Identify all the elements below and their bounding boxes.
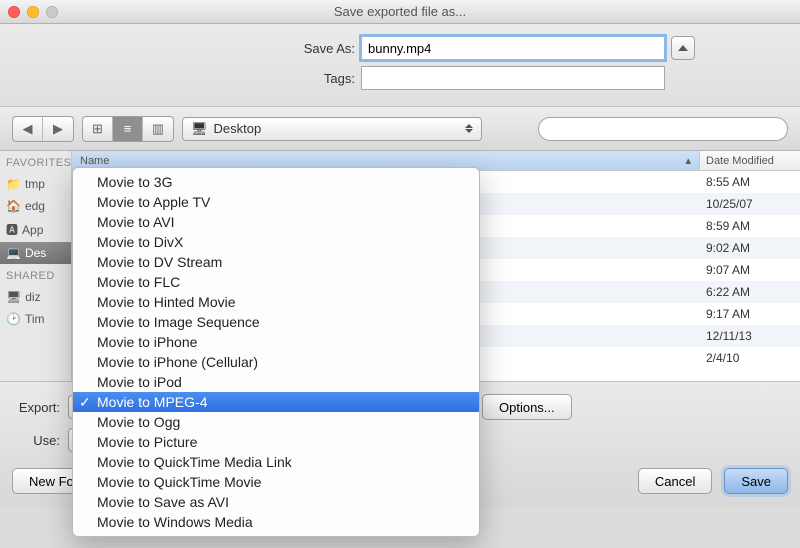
window-title: Save exported file as... (0, 4, 800, 19)
export-menu-item[interactable]: Movie to iPhone (73, 332, 479, 352)
folder-select[interactable]: 🖥 Desktop (182, 117, 482, 141)
folder-name: Desktop (214, 121, 262, 136)
file-date-cell: 9:02 AM (700, 241, 800, 255)
cancel-button[interactable]: Cancel (638, 468, 712, 494)
search-input[interactable] (538, 117, 788, 141)
options-button[interactable]: Options... (482, 394, 572, 420)
sidebar-item-label: edg (25, 199, 45, 213)
titlebar: Save exported file as... (0, 0, 800, 24)
grid-icon: ⊞ (91, 121, 105, 137)
file-date-cell: 9:17 AM (700, 307, 800, 321)
computer-icon: 🖥 (6, 290, 21, 304)
export-popup-menu: Movie to 3GMovie to Apple TVMovie to AVI… (72, 167, 480, 537)
back-button[interactable]: ◀ (13, 117, 43, 141)
use-label: Use: (12, 433, 60, 448)
export-menu-item[interactable]: Movie to DivX (73, 232, 479, 252)
export-menu-item[interactable]: Movie to Picture (73, 432, 479, 452)
column-header-date[interactable]: Date Modified (700, 155, 800, 167)
zoom-icon[interactable] (46, 6, 58, 18)
home-icon: 🏠 (6, 199, 21, 213)
folder-icon: 🖥 (191, 121, 208, 137)
expand-browser-button[interactable] (671, 36, 695, 60)
sidebar: FAVORITES 📁 tmp 🏠 edg 🅰 App 💻 Des SHARED 🖥 di… (0, 151, 72, 381)
export-menu-item[interactable]: Movie to Image Sequence (73, 312, 479, 332)
window-controls (8, 6, 58, 18)
save-as-label: Save As: (105, 41, 355, 56)
file-date-cell: 9:07 AM (700, 263, 800, 277)
applications-icon: 🅰 (6, 221, 18, 238)
triangle-up-icon (678, 45, 688, 51)
sidebar-item-label: Tim (25, 312, 45, 326)
sidebar-item-label: Des (25, 246, 46, 260)
file-date-cell: 8:59 AM (700, 219, 800, 233)
list-view-button[interactable]: ≡ (113, 117, 143, 141)
sidebar-item-label: App (22, 223, 43, 237)
export-menu-item[interactable]: Movie to DV Stream (73, 252, 479, 272)
export-menu-item[interactable]: Movie to Save as AVI (73, 492, 479, 512)
save-as-input[interactable] (361, 36, 665, 60)
view-mode-buttons: ⊞ ≡ ▥ (82, 116, 174, 142)
sidebar-item-shared-1[interactable]: 🖥 diz (0, 286, 71, 308)
sort-ascending-icon: ▴ (685, 154, 691, 167)
export-menu-item[interactable]: Movie to 3G (73, 172, 479, 192)
close-icon[interactable] (8, 6, 20, 18)
desktop-icon: 💻 (6, 246, 21, 260)
export-menu-item[interactable]: Movie to iPhone (Cellular) (73, 352, 479, 372)
folder-icon: 📁 (6, 177, 21, 191)
sidebar-item-home[interactable]: 🏠 edg (0, 195, 71, 217)
export-menu-item[interactable]: Movie to iPod (73, 372, 479, 392)
sidebar-item-label: diz (25, 290, 40, 304)
sidebar-header-shared: SHARED (0, 264, 71, 286)
file-date-cell: 6:22 AM (700, 285, 800, 299)
file-date-cell: 10/25/07 (700, 197, 800, 211)
sidebar-item-label: tmp (25, 177, 45, 191)
column-view-button[interactable]: ▥ (143, 117, 173, 141)
export-menu-item[interactable]: Movie to FLC (73, 272, 479, 292)
file-date-cell: 12/11/13 (700, 329, 800, 343)
export-menu-item[interactable]: Movie to QuickTime Media Link (73, 452, 479, 472)
export-menu-item[interactable]: Movie to Hinted Movie (73, 292, 479, 312)
sidebar-item-desktop[interactable]: 💻 Des (0, 242, 71, 264)
icon-view-button[interactable]: ⊞ (83, 117, 113, 141)
sidebar-header-favorites: FAVORITES (0, 151, 71, 173)
save-as-panel: Save As: Tags: (0, 24, 800, 107)
export-menu-item[interactable]: Movie to Apple TV (73, 192, 479, 212)
save-button[interactable]: Save (724, 468, 788, 494)
columns-icon: ▥ (151, 121, 165, 137)
sidebar-item-apps[interactable]: 🅰 App (0, 217, 71, 242)
nav-buttons: ◀ ▶ (12, 116, 74, 142)
file-date-cell: 2/4/10 (700, 351, 800, 365)
forward-button[interactable]: ▶ (43, 117, 73, 141)
updown-icon (465, 124, 473, 133)
export-label: Export: (12, 400, 60, 415)
sidebar-item-tmp[interactable]: 📁 tmp (0, 173, 71, 195)
export-menu-item[interactable]: Movie to Ogg (73, 412, 479, 432)
time-machine-icon: 🕑 (6, 312, 21, 326)
tags-label: Tags: (105, 71, 355, 86)
browser-toolbar: ◀ ▶ ⊞ ≡ ▥ 🖥 Desktop 🔍 (0, 107, 800, 151)
export-menu-item[interactable]: Movie to QuickTime Movie (73, 472, 479, 492)
export-menu-item[interactable]: Movie to AVI (73, 212, 479, 232)
list-icon: ≡ (121, 121, 135, 136)
minimize-icon[interactable] (27, 6, 39, 18)
file-date-cell: 8:55 AM (700, 175, 800, 189)
export-menu-item[interactable]: Movie to MPEG-4 (73, 392, 479, 412)
sidebar-item-shared-2[interactable]: 🕑 Tim (0, 308, 71, 330)
export-menu-item[interactable]: Movie to Windows Media (73, 512, 479, 532)
tags-input[interactable] (361, 66, 665, 90)
